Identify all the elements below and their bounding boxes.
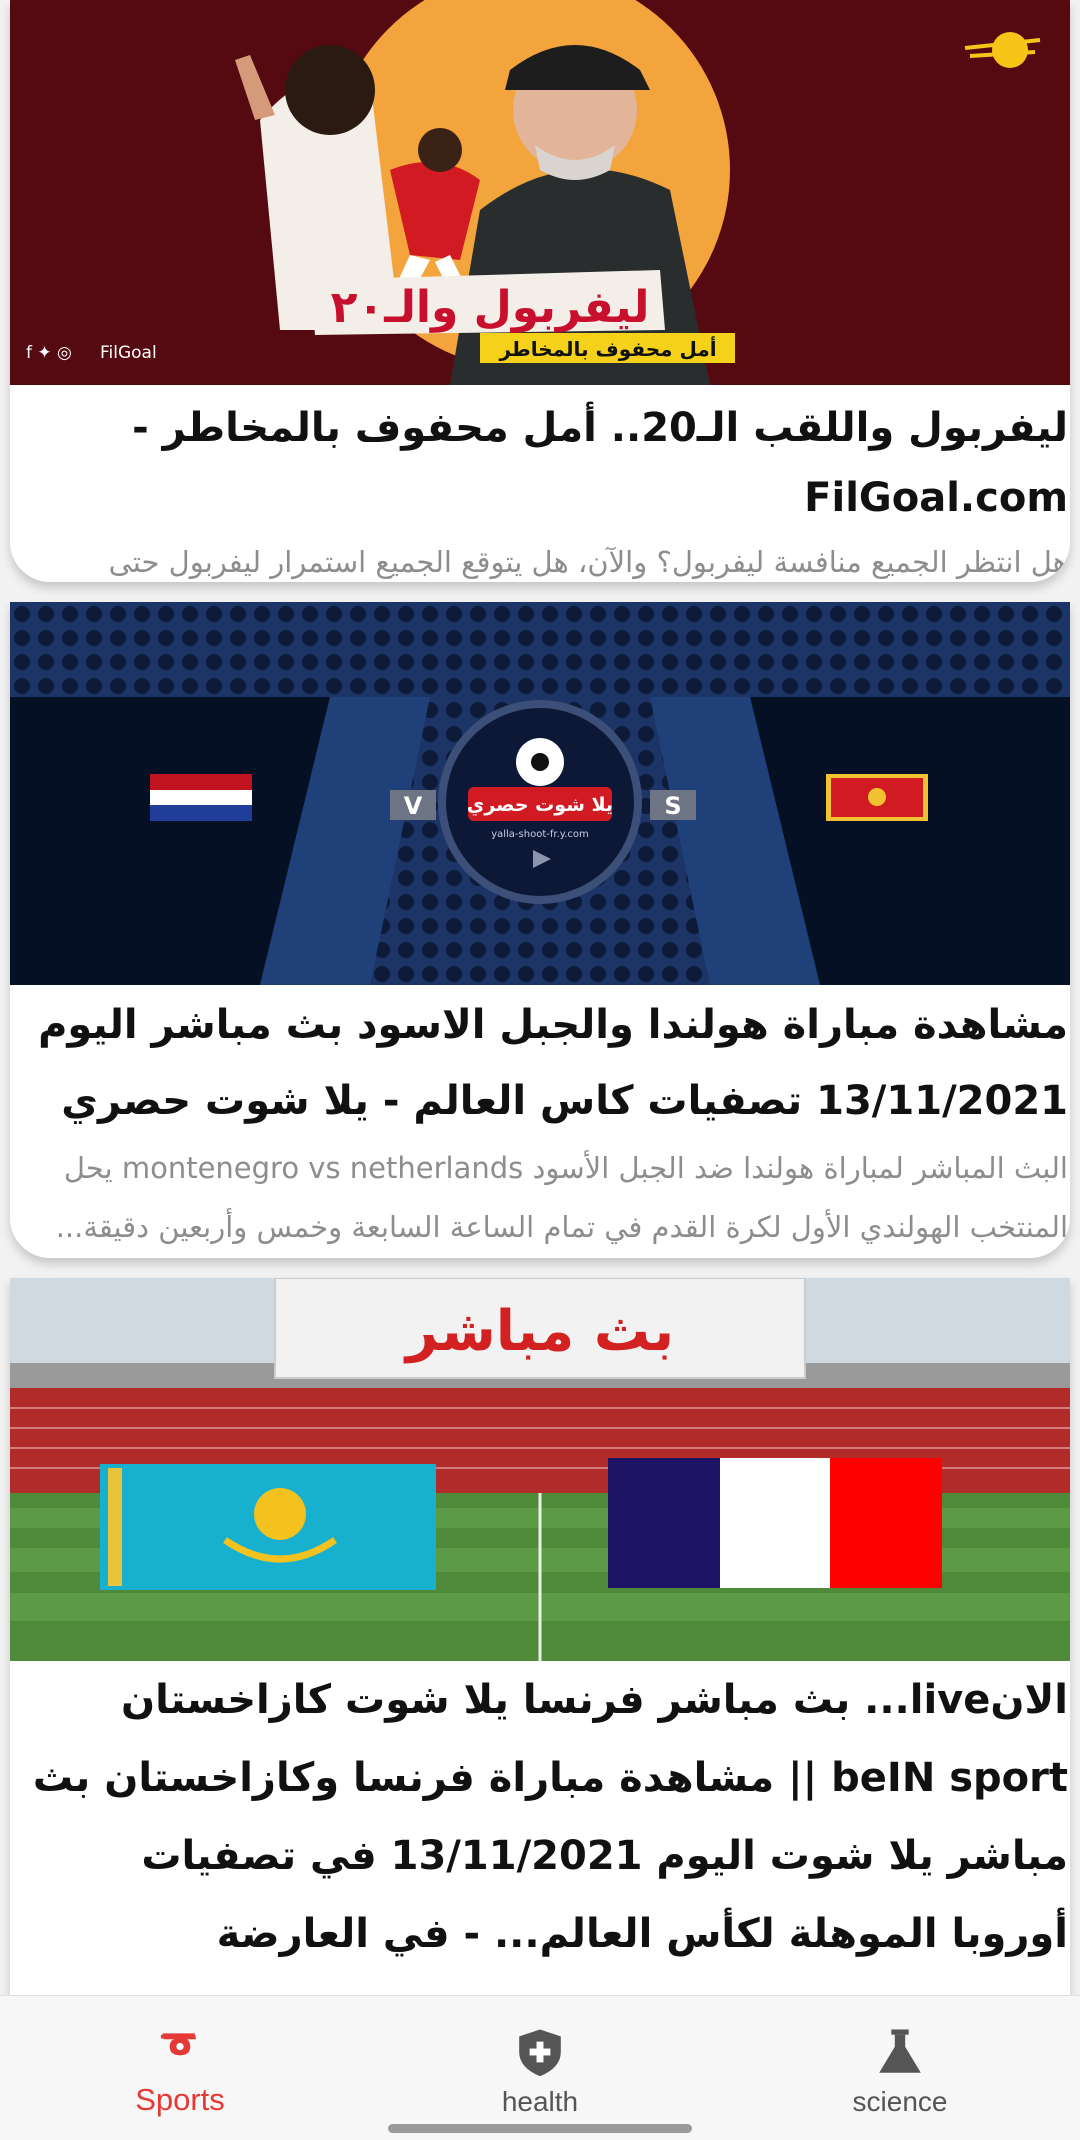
logo-text: يلا شوت حصري [467, 794, 613, 817]
news-card[interactable]: بث مباشر الانlive... بث مباشر فرنسا يلا … [10, 1278, 1070, 1995]
nav-label-sports: Sports [135, 2082, 225, 2117]
whistle-icon [160, 2033, 197, 2056]
shield-plus-icon [519, 2029, 561, 2077]
liverpool-illustration: ليفربول والـ٢٠ أمل محفوف بالمخاطر f ✦ ◎ … [10, 0, 1070, 385]
match-graphic: V S يلا شوت حصري yalla-shoot-fr.y.com [10, 602, 1070, 985]
gesture-navigation-bar[interactable] [388, 2124, 692, 2133]
stadium-graphic: بث مباشر [10, 1278, 1070, 1661]
nav-tab-science[interactable]: science [720, 1996, 1080, 2140]
netherlands-flag [150, 774, 252, 821]
live-banner: بث مباشر [403, 1299, 674, 1364]
article-image: بث مباشر [10, 1278, 1070, 1661]
nav-tab-sports[interactable]: Sports [0, 1996, 360, 2140]
article-image: ليفربول والـ٢٠ أمل محفوف بالمخاطر f ✦ ◎ … [10, 0, 1070, 385]
article-title: الانlive... بث مباشر فرنسا يلا شوت كازاخ… [32, 1677, 1068, 1957]
nav-label-science: science [852, 2086, 948, 2117]
article-title: ليفربول واللقب الـ20.. أمل محفوف بالمخاط… [132, 405, 1068, 521]
image-headline: ليفربول والـ٢٠ [331, 282, 650, 333]
montenegro-flag [826, 774, 928, 821]
news-card[interactable]: ليفربول والـ٢٠ أمل محفوف بالمخاطر f ✦ ◎ … [10, 0, 1070, 582]
svg-text:f ✦ ◎: f ✦ ◎ [26, 343, 72, 363]
versus-left-letter: V [404, 792, 423, 820]
news-feed[interactable]: ليفربول والـ٢٠ أمل محفوف بالمخاطر f ✦ ◎ … [0, 0, 1080, 1995]
article-title: مشاهدة مباراة هولندا والجبل الاسود بث مب… [38, 1002, 1068, 1124]
nav-tab-health[interactable]: health [360, 1996, 720, 2140]
flask-icon [879, 2029, 921, 2073]
kazakhstan-flag [100, 1464, 436, 1590]
article-image: V S يلا شوت حصري yalla-shoot-fr.y.com [10, 602, 1070, 985]
france-flag [608, 1458, 942, 1588]
image-subline: أمل محفوف بالمخاطر [498, 335, 716, 361]
bottom-navigation: Sports health science [0, 1995, 1080, 2140]
news-card[interactable]: V S يلا شوت حصري yalla-shoot-fr.y.com مش… [10, 602, 1070, 1258]
yalla-shoot-logo: يلا شوت حصري yalla-shoot-fr.y.com [438, 700, 642, 904]
article-description: هل انتظر الجميع منافسة ليفربول؟ والآن، ه… [108, 545, 1068, 579]
versus-right-letter: S [664, 792, 681, 820]
nav-label-health: health [501, 2086, 579, 2117]
image-brand: FilGoal [100, 343, 157, 363]
logo-url-text: yalla-shoot-fr.y.com [491, 829, 589, 840]
article-description: البث المباشر لمباراة هولندا ضد الجبل الأ… [55, 1151, 1068, 1244]
